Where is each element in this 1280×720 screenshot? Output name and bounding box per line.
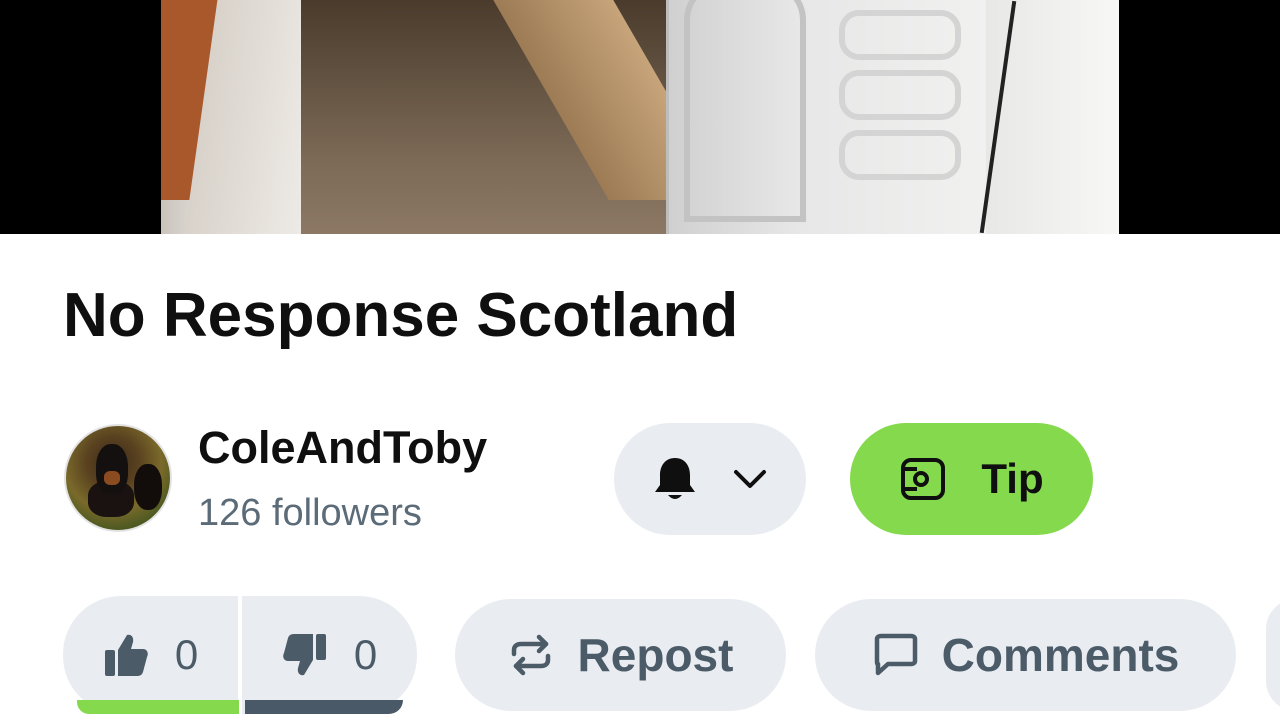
thumbs-up-icon bbox=[103, 632, 149, 678]
video-player[interactable] bbox=[0, 0, 1280, 234]
thumbs-down-icon bbox=[282, 632, 328, 678]
bell-icon bbox=[653, 455, 697, 503]
avatar[interactable] bbox=[64, 424, 172, 532]
video-scene-right-wall bbox=[986, 0, 1119, 234]
dislike-count: 0 bbox=[353, 631, 378, 678]
machine-rib bbox=[839, 10, 961, 60]
dislike-button[interactable]: 0 bbox=[242, 596, 417, 714]
avatar-dog-head bbox=[96, 444, 128, 494]
machine-panel bbox=[684, 0, 806, 222]
more-actions-button[interactable] bbox=[1266, 599, 1280, 711]
tip-label: Tip bbox=[981, 455, 1044, 502]
vote-group: 0 0 bbox=[63, 596, 417, 714]
repost-label: Repost bbox=[577, 629, 734, 681]
video-scene-washing-machine bbox=[666, 0, 989, 234]
notification-button[interactable] bbox=[614, 423, 806, 535]
video-title: No Response Scotland bbox=[63, 281, 739, 350]
comment-icon bbox=[872, 633, 918, 677]
machine-rib bbox=[839, 70, 961, 120]
machine-rib bbox=[839, 130, 961, 180]
avatar-dog-snout bbox=[104, 471, 120, 485]
comments-label: Comments bbox=[941, 629, 1180, 681]
dislike-ratio-bar bbox=[245, 700, 403, 714]
video-frame[interactable] bbox=[161, 0, 1119, 234]
chevron-down-icon[interactable] bbox=[733, 468, 767, 490]
avatar-dog-second bbox=[134, 464, 162, 510]
like-ratio-bar bbox=[77, 700, 239, 714]
follower-count: 126 followers bbox=[198, 492, 422, 534]
comments-button[interactable]: Comments bbox=[815, 599, 1236, 711]
channel-name[interactable]: ColeAndToby bbox=[198, 422, 487, 474]
like-button[interactable]: 0 bbox=[63, 596, 238, 714]
tip-button[interactable]: Tip bbox=[850, 423, 1093, 535]
tip-icon bbox=[899, 457, 947, 501]
repost-icon bbox=[508, 634, 554, 676]
repost-button[interactable]: Repost bbox=[455, 599, 786, 711]
like-count: 0 bbox=[174, 631, 199, 678]
